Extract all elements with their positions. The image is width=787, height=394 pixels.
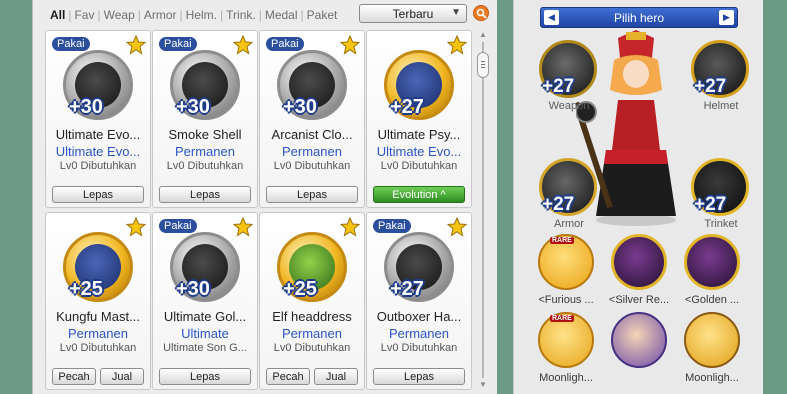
equip-slot-weapon[interactable]: +27 Weapon [534,40,604,114]
item-name: Smoke Shell [168,127,242,142]
item-card[interactable]: Pakai +30 Ultimate Gol... Ultimate Ultimate … [152,212,258,390]
pet-slot-3[interactable]: <Golden ... [676,234,748,308]
search-button[interactable] [473,5,489,21]
item-requirement: Lv0 Dibutuhkan [380,160,458,172]
hero-panel: ◀ Pilih hero ▶ +27 Weapon +27 Helmet +27… [513,0,763,394]
item-type: Permanen [282,144,342,159]
pet-icon [684,312,740,368]
item-name: Ultimate Evo... [55,127,141,142]
chevron-down-icon: ▼ [451,7,461,18]
equip-slot-helmet[interactable]: +27 Helmet [686,40,756,114]
scroll-thumb[interactable] [477,52,489,78]
unequip-button[interactable]: Lepas [159,368,251,385]
item-card[interactable]: +25 Kungfu Mast... Permanen Lv0 Dibutuhkan P… [45,212,151,390]
item-icon: +30 [166,226,246,306]
unequip-button[interactable]: Lepas [159,186,251,203]
enhance-level: +30 [283,96,317,118]
scroll-down-icon[interactable]: ▼ [479,380,487,389]
background-edge [763,0,787,394]
category-tabs: All | Fav | Weap | Armor | Helm. | Trink… [47,6,340,24]
item-card[interactable]: +25 Elf headdress Permanen Lv0 Dibutuhkan Pe… [259,212,365,390]
sell-button[interactable]: Jual [100,368,144,385]
hero-selector[interactable]: ◀ Pilih hero ▶ [540,7,738,28]
enhance-level: +30 [176,278,210,300]
tab-trink[interactable]: Trink. [223,8,259,22]
sort-dropdown[interactable]: Terbaru ▼ [359,4,467,23]
enhance-level: +25 [283,278,317,300]
evolution-button[interactable]: Evolution ^ [373,186,465,203]
item-icon: +27 [380,44,460,124]
pet-slot-5[interactable] [603,312,675,386]
unequip-button[interactable]: Lepas [52,186,144,203]
item-type: Ultimate Evo... [55,144,141,159]
item-name: Ultimate Psy... [377,127,461,142]
item-name: Arcanist Clo... [271,127,353,142]
tab-helm[interactable]: Helm. [183,8,220,22]
sell-button[interactable]: Jual [314,368,358,385]
item-requirement: Lv0 Dibutuhkan [273,342,351,354]
item-icon: +30 [59,44,139,124]
item-name: Outboxer Ha... [376,309,462,324]
hero-selector-title: Pilih hero [613,11,665,25]
item-icon: +30 [273,44,353,124]
item-type: Permanen [175,144,235,159]
item-icon: +25 [273,226,353,306]
item-requirement: Lv0 Dibutuhkan [273,160,351,172]
item-icon: +30 [166,44,246,124]
enhance-level: +25 [69,278,103,300]
equip-slot-armor[interactable]: +27 Armor [534,158,604,232]
tab-all[interactable]: All [47,8,68,22]
pet-icon [611,312,667,368]
equip-slot-trinket[interactable]: +27 Trinket [686,158,756,232]
pet-slot-2[interactable]: <Silver Re... [603,234,675,308]
item-requirement: Lv0 Dibutuhkan [380,342,458,354]
tab-medal[interactable]: Medal [262,8,301,22]
item-name: Ultimate Gol... [163,309,247,324]
item-type: Permanen [282,326,342,341]
pet-icon [684,234,740,290]
tab-paket[interactable]: Paket [304,8,341,22]
pet-slot-4[interactable]: RARE Moonligh... [530,312,602,386]
enhance-level: +30 [69,96,103,118]
tab-weap[interactable]: Weap [101,8,138,22]
item-card[interactable]: Pakai +30 Arcanist Clo... Permanen Lv0 Dibut… [259,30,365,208]
scroll-up-icon[interactable]: ▲ [479,30,487,39]
item-requirement: Lv0 Dibutuhkan [166,160,244,172]
inventory-panel: All | Fav | Weap | Armor | Helm. | Trink… [32,0,497,394]
item-card[interactable]: Pakai +30 Smoke Shell Permanen Lv0 Dibutuhka… [152,30,258,208]
item-card[interactable]: +27 Ultimate Psy... Ultimate Evo... Lv0 Dib… [366,30,472,208]
item-card[interactable]: Pakai +30 Ultimate Evo... Ultimate Evo... Lv… [45,30,151,208]
sort-selected: Terbaru [392,6,434,21]
item-requirement: Lv0 Dibutuhkan [59,342,137,354]
tab-armor[interactable]: Armor [141,8,180,22]
break-button[interactable]: Pecah [52,368,96,385]
next-hero-button[interactable]: ▶ [719,10,734,25]
item-requirement: Ultimate Son G... [163,342,247,354]
inventory-scrollbar[interactable]: ▲ ▼ [477,30,489,392]
item-type: Permanen [68,326,128,341]
enhance-level: +27 [390,278,424,300]
unequip-button[interactable]: Lepas [373,368,465,385]
tab-fav[interactable]: Fav [71,8,97,22]
item-name: Elf headdress [272,309,352,324]
pet-icon [611,234,667,290]
item-type: Permanen [389,326,449,341]
enhance-level: +27 [390,96,424,118]
item-name: Kungfu Mast... [56,309,140,324]
unequip-button[interactable]: Lepas [266,186,358,203]
enhance-level: +30 [176,96,210,118]
item-icon: +27 [380,226,460,306]
item-icon: +25 [59,226,139,306]
item-type: Ultimate Evo... [376,144,462,159]
item-type: Ultimate [181,326,229,341]
search-icon [476,8,487,19]
item-grid: Pakai +30 Ultimate Evo... Ultimate Evo... Lv… [45,30,475,392]
pet-slot-1[interactable]: RARE <Furious ... [530,234,602,308]
item-requirement: Lv0 Dibutuhkan [59,160,137,172]
break-button[interactable]: Pecah [266,368,310,385]
item-card[interactable]: Pakai +27 Outboxer Ha... Permanen Lv0 Dibutu… [366,212,472,390]
pet-slot-6[interactable]: Moonligh... [676,312,748,386]
